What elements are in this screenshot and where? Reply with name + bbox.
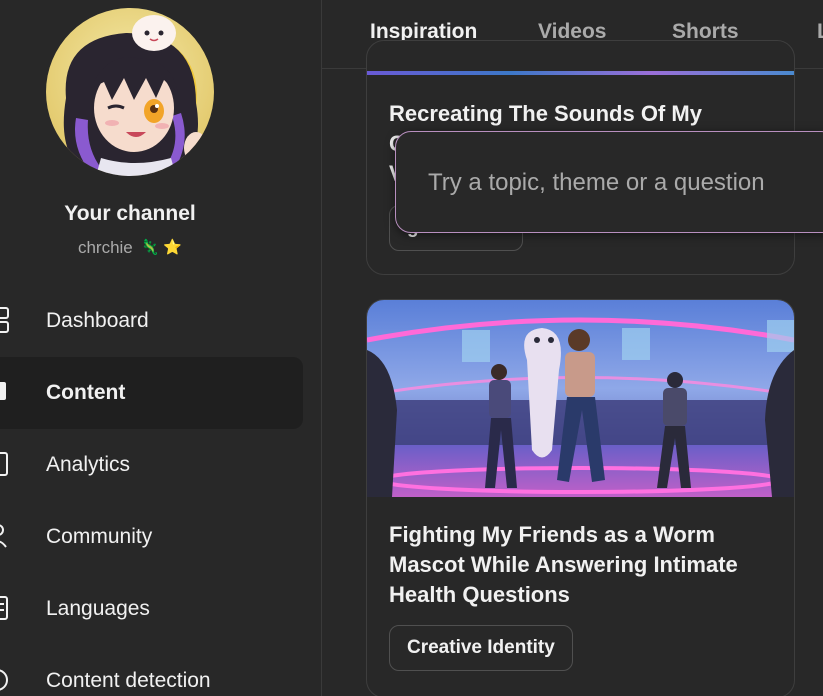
languages-icon <box>0 595 10 621</box>
analytics-icon <box>0 451 10 477</box>
sidebar-item-content-detection[interactable]: Content detection <box>0 645 303 696</box>
tab-live[interactable]: L <box>817 20 823 44</box>
sidebar: Your channel chrchie 🦎 ⭐ Dashboard Conte… <box>0 0 322 696</box>
dashboard-icon <box>0 307 10 333</box>
channel-handle-text: chrchie <box>77 238 133 257</box>
sidebar-item-label: Dashboard <box>46 309 149 332</box>
community-icon <box>0 523 10 549</box>
channel-handle: chrchie 🦎 ⭐ <box>0 238 260 258</box>
sidebar-item-analytics[interactable]: Analytics <box>0 429 303 501</box>
sidebar-item-dashboard[interactable]: Dashboard <box>0 285 303 357</box>
sidebar-item-label: Content <box>46 381 126 404</box>
content-icon <box>0 379 10 405</box>
channel-handle-emoji: 🦎 ⭐ <box>140 239 183 256</box>
content-detection-icon <box>0 667 10 693</box>
card-title-line: Fighting My Friends as a Worm <box>389 522 715 547</box>
channel-title: Your channel <box>64 202 196 225</box>
card-thumbnail <box>367 71 794 75</box>
sidebar-item-label: Languages <box>46 597 150 620</box>
creative-identity-chip[interactable]: Creative Identity <box>389 625 573 671</box>
channel-avatar[interactable] <box>46 8 214 176</box>
sidebar-item-label: Community <box>46 525 153 548</box>
card-title-line: Mascot While Answering Intimate <box>389 552 738 577</box>
card-title-line: Health Questions <box>389 582 570 607</box>
sidebar-item-community[interactable]: Community <box>0 501 303 573</box>
card-title-line: Recreating The Sounds Of My <box>389 101 702 126</box>
studio-page: Your channel chrchie 🦎 ⭐ Dashboard Conte… <box>0 0 823 696</box>
topic-search-input[interactable] <box>426 160 820 206</box>
card-title: Fighting My Friends as a Worm Mascot Whi… <box>389 520 738 610</box>
topic-search-popup <box>395 131 823 233</box>
sidebar-item-content[interactable]: Content <box>0 357 303 429</box>
inspiration-card[interactable]: Fighting My Friends as a Worm Mascot Whi… <box>366 299 795 696</box>
sidebar-item-languages[interactable]: Languages <box>0 573 303 645</box>
card-thumbnail <box>367 300 794 497</box>
sidebar-item-label: Analytics <box>46 453 131 476</box>
sidebar-item-label: Content detection <box>46 669 211 692</box>
